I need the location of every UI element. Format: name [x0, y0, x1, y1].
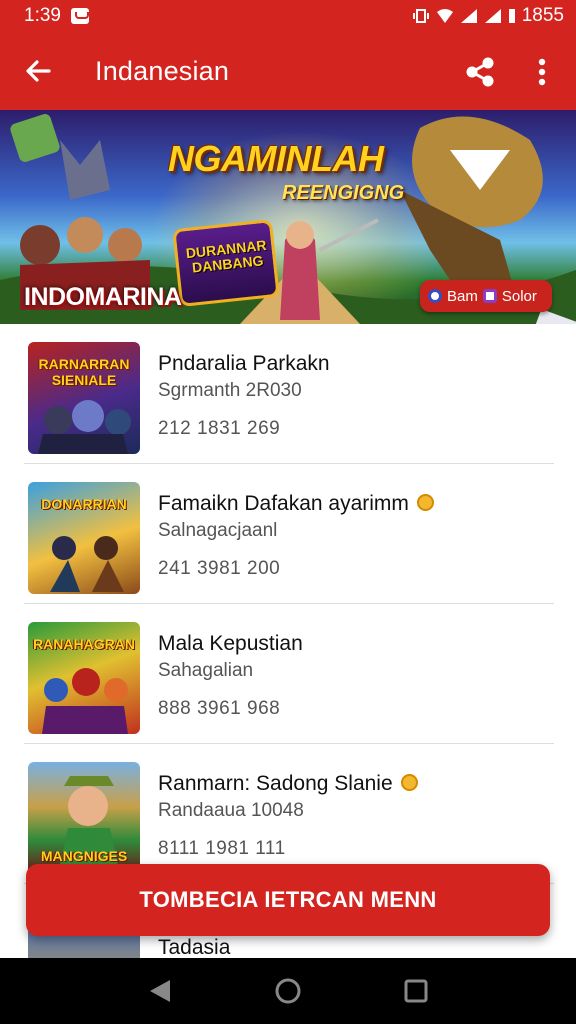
battery-level: 1855 — [521, 5, 564, 26]
item-title: Ranmarn: Sadong Slanie — [158, 772, 418, 796]
square-recents-icon — [404, 979, 428, 1003]
item-title: Mala Kepustian — [158, 632, 303, 655]
wifi-icon — [436, 9, 453, 23]
signal-icon-2 — [484, 9, 501, 23]
game-list: RARNARRAN SIENIALE Pndaralia Parkakn Sgr… — [0, 324, 576, 958]
item-subtitle: Sgrmanth 2R030 — [158, 380, 302, 401]
system-nav-bar — [0, 958, 576, 1024]
banner-subtitle: REENGIGNG — [282, 182, 405, 204]
status-time: 1:39 — [24, 5, 61, 26]
banner-brand: INDOMARINA — [24, 283, 182, 311]
coin-icon — [416, 493, 434, 511]
item-subtitle: Randaaua 10048 — [158, 800, 304, 821]
triangle-back-icon — [150, 980, 170, 1002]
more-options-button[interactable] — [522, 50, 562, 94]
vibrate-icon — [412, 9, 429, 23]
game-thumbnail: RARNARRAN SIENIALE — [28, 342, 140, 454]
game-thumbnail: MANGNIGES — [28, 762, 140, 874]
list-item[interactable]: RANAHAGRAN Mala Kepustian Sahagalian 888… — [0, 604, 576, 744]
thumbnail-title: MANGNIGES — [40, 848, 128, 864]
item-stats: 212 1831 269 — [158, 418, 281, 439]
circle-home-icon — [275, 978, 301, 1004]
thumbnail-title: RARNARRAN SIENIALE — [38, 356, 130, 388]
item-stats: 888 3961 968 — [158, 698, 281, 719]
share-button[interactable] — [458, 50, 502, 94]
solor-icon — [482, 289, 497, 303]
game-thumbnail: DONARRIAN — [28, 482, 140, 594]
item-subtitle: Salnagacjaanl — [158, 520, 278, 541]
item-title-text: Ranmarn: Sadong Slanie — [158, 772, 393, 795]
list-item[interactable]: MANGNIGES Ranmarn: Sadong Slanie Randaau… — [0, 744, 576, 884]
nav-recents-button[interactable] — [394, 969, 438, 1013]
banner-title: NGAMINLAH — [168, 138, 384, 179]
list-item[interactable]: RARNARRAN SIENIALE Pndaralia Parkakn Sgr… — [0, 324, 576, 464]
notification-icon — [70, 8, 89, 24]
battery-icon — [508, 9, 515, 23]
item-stats: 241 3981 200 — [158, 558, 281, 579]
chip-left-label: Bam — [447, 287, 478, 305]
thumbnail-title: DONARRIAN — [41, 496, 127, 512]
bam-icon — [428, 289, 442, 303]
app-bar: Indanesian — [0, 32, 576, 110]
primary-cta-button[interactable]: TOMBECIA IETRCAN MENN — [26, 864, 550, 936]
item-title-text: Famaikn Dafakan ayarimm — [158, 492, 409, 515]
nav-back-button[interactable] — [138, 969, 182, 1013]
more-vert-icon — [538, 58, 546, 86]
item-title: Tadasia — [158, 936, 231, 958]
promo-banner[interactable]: NGAMINLAH REENGIGNG DURANNAR DANBANG IND… — [0, 110, 576, 324]
nav-home-button[interactable] — [266, 969, 310, 1013]
list-item[interactable]: DONARRIAN Famaikn Dafakan ayarimm Salnag… — [0, 464, 576, 604]
banner-chip-button[interactable]: Bam Solor — [420, 280, 552, 312]
arrow-left-icon — [26, 60, 51, 82]
thumbnail-title: RANAHAGRAN — [33, 636, 135, 652]
item-title: Famaikn Dafakan ayarimm — [158, 492, 434, 516]
back-button[interactable] — [0, 32, 76, 110]
app-title: Indanesian — [95, 55, 230, 86]
game-thumbnail: RANAHAGRAN — [28, 622, 140, 734]
chip-right-label: Solor — [501, 287, 537, 305]
status-bar: 1:39 1855 — [0, 0, 576, 32]
item-title: Pndaralia Parkakn — [158, 352, 330, 375]
item-subtitle: Sahagalian — [158, 660, 254, 681]
share-icon — [466, 57, 494, 87]
coin-icon — [400, 773, 418, 791]
signal-icon — [460, 9, 477, 23]
item-stats: 8111 1981 111 — [158, 838, 286, 859]
